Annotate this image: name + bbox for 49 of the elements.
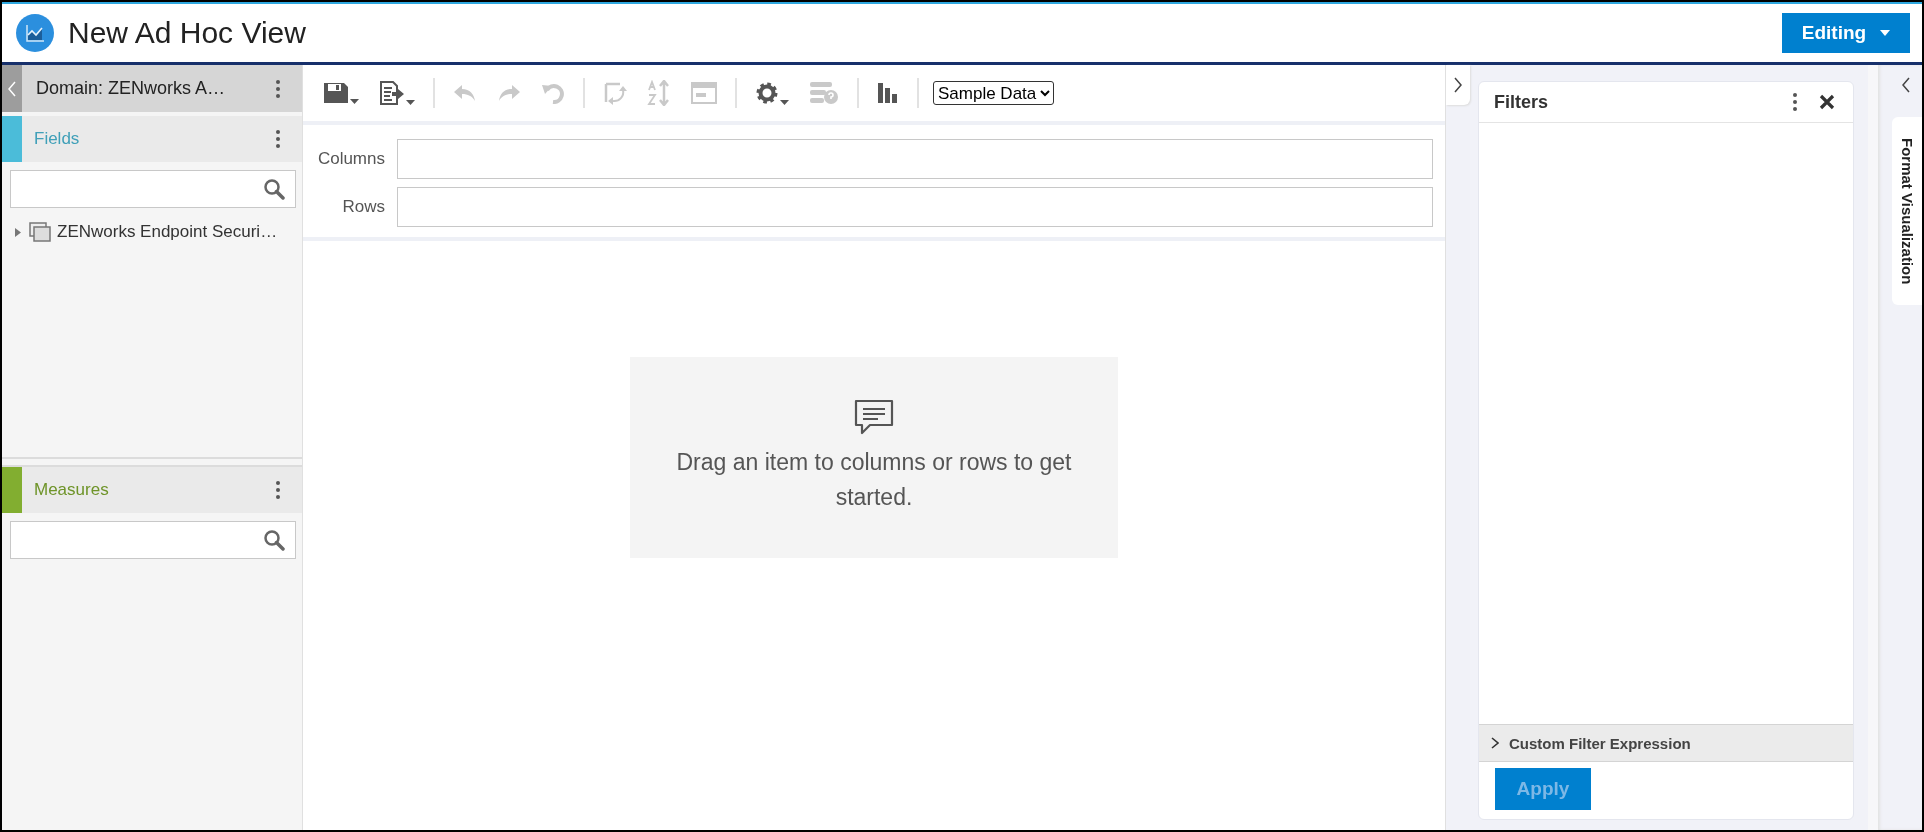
panel-title: Filters — [1494, 91, 1550, 113]
bar-chart-icon — [877, 82, 899, 104]
format-visualization-tab[interactable]: Format Visualization — [1892, 117, 1922, 305]
custom-filter-expression-toggle[interactable]: Custom Filter Expression — [1479, 724, 1853, 762]
export-icon — [379, 81, 405, 105]
more-options-icon[interactable] — [276, 481, 280, 499]
section-label: Fields — [33, 129, 81, 149]
redo-icon — [497, 84, 521, 102]
empty-state-message: Drag an item to columns or rows to get started. — [675, 448, 1073, 512]
collapse-panel-button[interactable] — [1446, 65, 1470, 105]
collapse-panel-button[interactable] — [2, 65, 22, 112]
save-icon — [323, 82, 349, 104]
expand-arrow-icon[interactable] — [14, 227, 23, 237]
drop-zone-label: Columns — [316, 149, 385, 169]
caret-icon — [1880, 30, 1891, 36]
pivot-icon — [603, 81, 627, 105]
caret-icon — [780, 100, 789, 105]
caret-icon — [350, 99, 359, 104]
more-options-icon[interactable] — [276, 130, 280, 148]
chevron-left-icon — [8, 80, 16, 97]
filter-help-icon — [809, 81, 839, 105]
save-button[interactable] — [321, 80, 361, 106]
tree-item-label: ZENworks Endpoint Securi… — [57, 222, 278, 242]
message-icon — [854, 399, 894, 435]
undo-all-icon — [541, 82, 565, 104]
layout-icon — [691, 82, 717, 104]
search-icon[interactable] — [263, 178, 285, 200]
drop-zone-label: Rows — [341, 197, 385, 217]
app-logo-icon — [16, 14, 54, 52]
chevron-right-icon — [1454, 77, 1462, 93]
search-field[interactable] — [10, 521, 296, 559]
section-label: Measures — [33, 480, 110, 500]
chevron-left-icon — [1902, 77, 1910, 93]
view-title: New Ad Hoc View — [68, 16, 307, 50]
mode-dropdown-button[interactable]: Editing — [1782, 13, 1910, 53]
search-field[interactable] — [10, 170, 296, 208]
tree-item[interactable]: ZENworks Endpoint Securi… — [14, 222, 302, 242]
close-icon[interactable] — [1819, 94, 1835, 110]
settings-icon — [755, 81, 779, 105]
search-icon[interactable] — [263, 529, 285, 551]
more-options-icon[interactable] — [276, 79, 280, 98]
sort-icon — [647, 80, 671, 106]
data-source-select[interactable]: Sample Data — [933, 81, 1054, 105]
domain-label: Domain: ZENworks A… — [35, 78, 227, 99]
more-options-icon[interactable] — [1793, 93, 1797, 111]
folder-stack-icon — [29, 222, 51, 242]
undo-icon — [453, 84, 477, 102]
export-button[interactable] — [377, 79, 417, 107]
caret-icon — [406, 100, 415, 105]
